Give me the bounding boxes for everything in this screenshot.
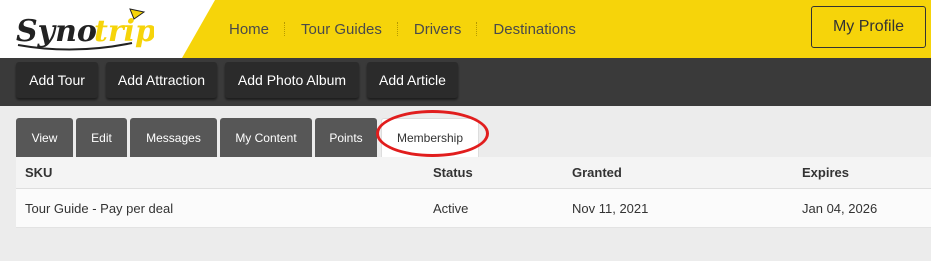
table-row: Tour Guide - Pay per deal Active Nov 11,… — [16, 189, 931, 228]
tab-edit[interactable]: Edit — [76, 118, 127, 157]
table-header: SKU Status Granted Expires — [16, 157, 931, 189]
tab-my-content[interactable]: My Content — [220, 118, 312, 157]
add-photo-album-button[interactable]: Add Photo Album — [225, 62, 359, 98]
cell-status: Active — [433, 200, 469, 216]
tab-view[interactable]: View — [16, 118, 73, 157]
nav-tour-guides[interactable]: Tour Guides — [286, 21, 397, 38]
my-profile-button[interactable]: My Profile — [811, 6, 926, 48]
cell-granted: Nov 11, 2021 — [572, 200, 649, 216]
nav-destinations[interactable]: Destinations — [478, 21, 591, 38]
column-header-sku: SKU — [25, 165, 53, 180]
cell-sku: Tour Guide - Pay per deal — [25, 200, 174, 216]
cell-expires: Jan 04, 2026 — [802, 200, 878, 216]
action-bar: Add Tour Add Attraction Add Photo Album … — [0, 58, 931, 106]
add-attraction-button[interactable]: Add Attraction — [106, 62, 217, 98]
tab-membership[interactable]: Membership — [381, 118, 479, 157]
tab-points[interactable]: Points — [315, 118, 377, 157]
column-header-granted: Granted — [572, 165, 622, 180]
synoptrip-logo[interactable]: Syno trip — [14, 3, 154, 55]
nav-drivers[interactable]: Drivers — [399, 21, 477, 38]
main-nav: Home Tour Guides Drivers Destinations — [214, 0, 591, 58]
nav-home[interactable]: Home — [214, 21, 284, 38]
tab-messages[interactable]: Messages — [130, 118, 217, 157]
column-header-status: Status — [433, 165, 473, 180]
add-article-button[interactable]: Add Article — [367, 62, 458, 98]
site-header: Syno trip Home Tour Guides Drivers Desti… — [0, 0, 931, 58]
logo-area[interactable]: Syno trip — [0, 0, 215, 58]
svg-text:Syno: Syno — [16, 14, 97, 49]
column-header-expires: Expires — [802, 165, 849, 180]
add-tour-button[interactable]: Add Tour — [16, 62, 98, 98]
